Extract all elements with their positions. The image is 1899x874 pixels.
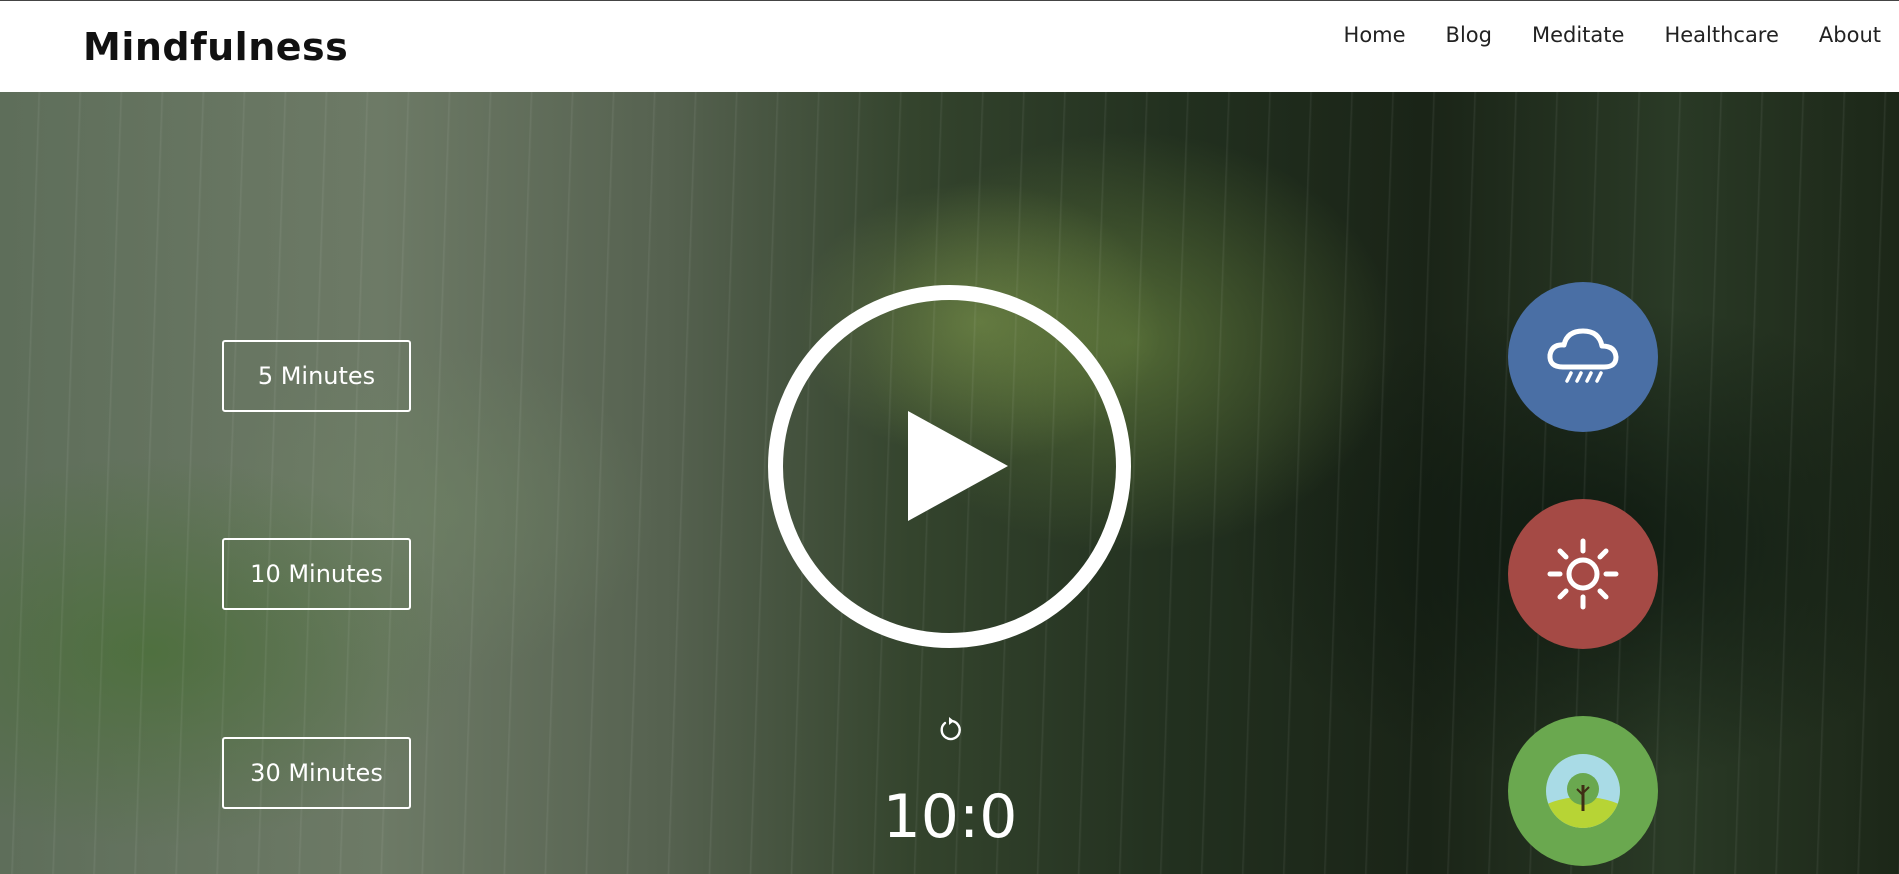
replay-icon[interactable] [936,716,964,744]
site-header: Mindfulness Home Blog Meditate Healthcar… [0,0,1899,92]
nav-blog[interactable]: Blog [1446,23,1492,47]
hero-video-background: 5 Minutes 10 Minutes 30 Minutes 10:0 [0,92,1899,874]
tree-icon [1546,754,1620,828]
sun-icon [1547,538,1619,610]
nav-home[interactable]: Home [1344,23,1406,47]
main-nav: Home Blog Meditate Healthcare About [1344,23,1881,47]
sunshine-sound-button[interactable] [1508,499,1658,649]
nav-meditate[interactable]: Meditate [1532,23,1624,47]
rain-cloud-icon [1547,328,1619,383]
play-icon [908,411,1008,521]
nav-healthcare[interactable]: Healthcare [1664,23,1778,47]
duration-5-minutes-button[interactable]: 5 Minutes [222,340,411,412]
duration-30-minutes-button[interactable]: 30 Minutes [222,737,411,809]
rain-sound-button[interactable] [1508,282,1658,432]
play-button[interactable] [768,285,1131,648]
nav-about[interactable]: About [1819,23,1881,47]
duration-10-minutes-button[interactable]: 10 Minutes [222,538,411,610]
timer-display: 10:0 [882,782,1018,852]
forest-sound-button[interactable] [1508,716,1658,866]
site-logo[interactable]: Mindfulness [83,25,348,69]
